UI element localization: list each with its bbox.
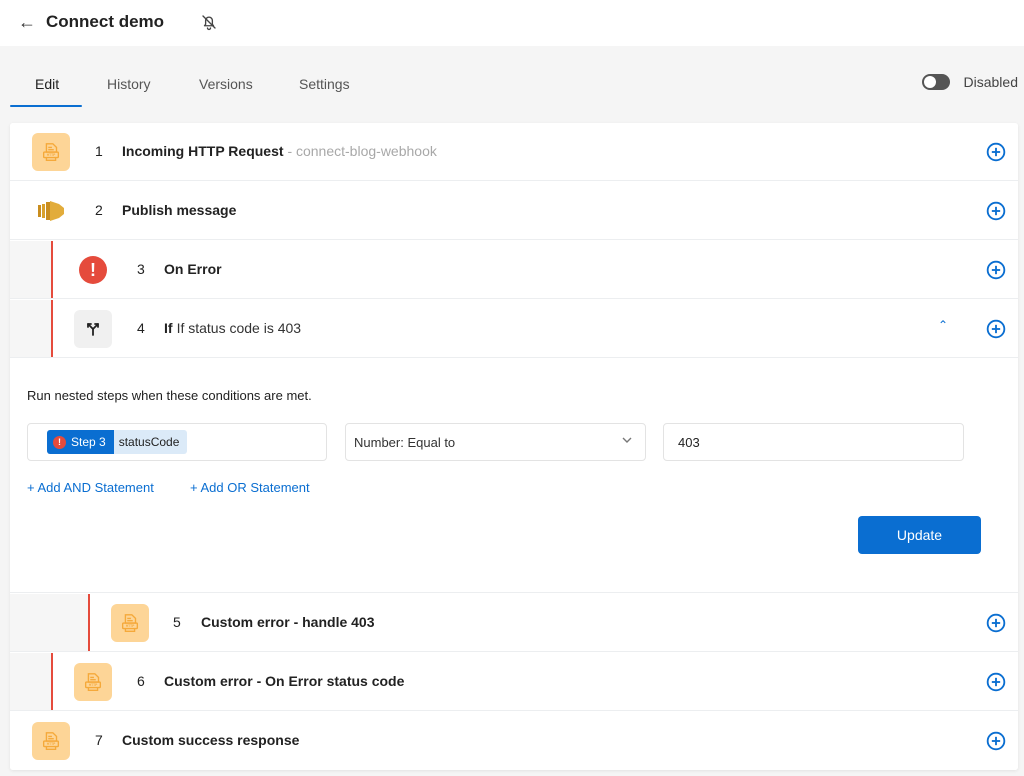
step-title: If If status code is 403: [164, 320, 301, 336]
tab-history[interactable]: History: [107, 76, 151, 92]
http-icon: HTTP: [32, 133, 70, 171]
svg-text:HTTP: HTTP: [47, 153, 56, 157]
step-variable-pill[interactable]: ! Step 3 statusCode: [47, 430, 188, 454]
branch-icon: [74, 310, 112, 348]
step-number: 4: [137, 320, 145, 336]
step-row-2[interactable]: 2 Publish message: [10, 182, 1018, 240]
back-arrow-icon[interactable]: ←: [16, 10, 38, 34]
add-step-icon[interactable]: [986, 731, 1006, 751]
operator-value: Number: Equal to: [354, 435, 456, 450]
condition-caption: Run nested steps when these conditions a…: [27, 388, 312, 403]
add-step-icon[interactable]: [986, 201, 1006, 221]
add-step-icon[interactable]: [986, 319, 1006, 339]
step-title-text: If: [164, 320, 173, 336]
pill-step-label: Step 3: [71, 435, 106, 449]
step-number: 5: [173, 614, 181, 630]
step-number: 3: [137, 261, 145, 277]
step-row-4[interactable]: 4 If If status code is 403 ⌃: [10, 300, 1018, 358]
step-row-5[interactable]: HTTP 5 Custom error - handle 403: [10, 594, 1018, 652]
right-operand-value: 403: [678, 435, 700, 450]
pill-step-ref: ! Step 3: [47, 430, 114, 454]
step-number: 1: [95, 143, 103, 159]
right-operand-input[interactable]: 403: [663, 423, 964, 461]
http-icon: HTTP: [111, 604, 149, 642]
indent-area: [10, 241, 52, 298]
add-step-icon[interactable]: [986, 672, 1006, 692]
left-operand-field[interactable]: ! Step 3 statusCode: [27, 423, 327, 461]
step-row-6[interactable]: HTTP 6 Custom error - On Error status co…: [10, 653, 1018, 711]
tab-bar: Edit History Versions Settings: [0, 60, 700, 108]
step-subtitle: - connect-blog-webhook: [287, 143, 437, 159]
error-branch-line: [51, 653, 53, 710]
operator-select[interactable]: Number: Equal to: [345, 423, 646, 461]
tab-versions[interactable]: Versions: [199, 76, 253, 92]
enable-toggle[interactable]: [921, 74, 950, 90]
toggle-label: Disabled: [963, 74, 1018, 90]
step-title: On Error: [164, 261, 222, 277]
step-title: Custom error - handle 403: [201, 614, 375, 630]
svg-text:HTTP: HTTP: [126, 624, 135, 628]
status-toggle-group: Disabled: [921, 74, 1018, 90]
step-title-text: Incoming HTTP Request: [122, 143, 284, 159]
pill-field-name: statusCode: [113, 430, 188, 454]
step-row-7[interactable]: HTTP 7 Custom success response: [10, 712, 1018, 770]
step-title: Publish message: [122, 202, 237, 218]
top-bar: ← Connect demo: [0, 0, 1024, 46]
collapse-chevron-icon[interactable]: ⌃: [938, 318, 948, 332]
update-button[interactable]: Update: [858, 516, 981, 554]
step-number: 2: [95, 202, 103, 218]
error-branch-line: [51, 241, 53, 298]
indent-area: [10, 594, 88, 651]
aws-sns-icon: [38, 201, 64, 221]
step-description: If status code is 403: [176, 320, 302, 336]
http-icon: HTTP: [32, 722, 70, 760]
http-icon: HTTP: [74, 663, 112, 701]
add-and-statement-link[interactable]: + Add AND Statement: [27, 480, 154, 495]
indent-area: [10, 653, 52, 710]
chevron-down-icon: [622, 437, 632, 443]
error-icon: !: [79, 256, 107, 284]
step-row-3[interactable]: ! 3 On Error: [10, 241, 1018, 299]
add-step-icon[interactable]: [986, 613, 1006, 633]
step-number: 7: [95, 732, 103, 748]
page-title: Connect demo: [46, 12, 165, 31]
step-title: Custom error - On Error status code: [164, 673, 405, 689]
active-tab-indicator: [10, 105, 82, 107]
add-step-icon[interactable]: [986, 260, 1006, 280]
if-branch-line: [88, 594, 90, 651]
condition-panel: Run nested steps when these conditions a…: [10, 359, 1018, 593]
step-row-1[interactable]: HTTP 1 Incoming HTTP Request - connect-b…: [10, 123, 1018, 181]
error-branch-line: [51, 300, 53, 357]
svg-text:HTTP: HTTP: [47, 742, 56, 746]
workflow-steps-card: HTTP 1 Incoming HTTP Request - connect-b…: [10, 123, 1018, 770]
indent-area: [10, 300, 52, 357]
step-title: Custom success response: [122, 732, 300, 748]
svg-text:HTTP: HTTP: [89, 683, 98, 687]
bell-slash-icon[interactable]: [200, 13, 218, 31]
add-or-statement-link[interactable]: + Add OR Statement: [190, 480, 310, 495]
add-step-icon[interactable]: [986, 142, 1006, 162]
tab-edit[interactable]: Edit: [35, 76, 59, 92]
tab-settings[interactable]: Settings: [299, 76, 350, 92]
error-icon: !: [53, 435, 66, 449]
step-number: 6: [137, 673, 145, 689]
step-title: Incoming HTTP Request - connect-blog-web…: [122, 143, 437, 159]
